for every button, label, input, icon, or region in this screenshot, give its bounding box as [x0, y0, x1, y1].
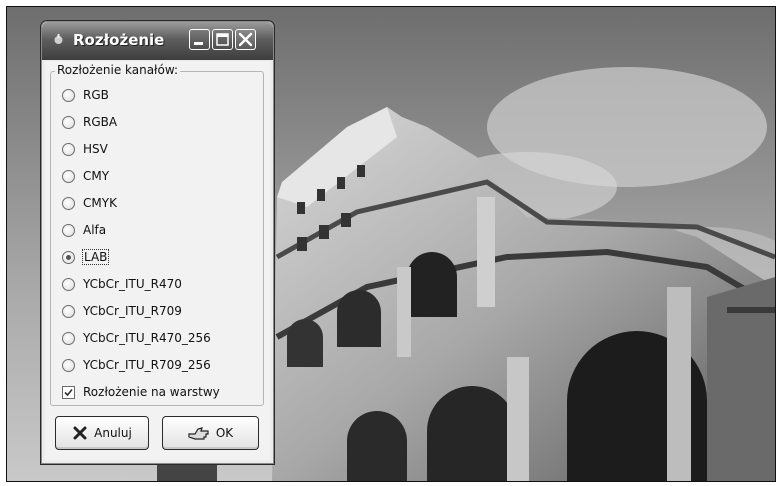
checkbox-decompose-to-layers[interactable]: Rozłożenie na warstwy — [62, 382, 252, 402]
radio-button[interactable] — [62, 358, 75, 372]
checkbox-label: Rozłożenie na warstwy — [83, 385, 220, 399]
gimp-wilber-icon — [54, 34, 63, 44]
close-icon — [238, 32, 253, 47]
radio-label: CMY — [83, 169, 110, 183]
radio-label: YCbCr_ITU_R709 — [83, 304, 182, 318]
radio-ycbcr-r709[interactable]: YCbCr_ITU_R709 — [62, 301, 252, 321]
dialog-body: Rozłożenie kanałów: RGB RGBA HSV CMY CMY… — [45, 61, 270, 460]
radio-button[interactable] — [62, 88, 75, 102]
radio-label: YCbCr_ITU_R709_256 — [83, 358, 211, 372]
radio-label: YCbCr_ITU_R470_256 — [83, 331, 211, 345]
radio-label: LAB — [81, 249, 110, 265]
maximize-button[interactable] — [212, 29, 233, 50]
radio-button[interactable] — [62, 115, 75, 129]
radio-alfa[interactable]: Alfa — [62, 220, 252, 240]
radio-label: CMYK — [83, 196, 117, 210]
radio-cmyk[interactable]: CMYK — [62, 193, 252, 213]
checkmark-icon — [64, 388, 73, 396]
cancel-x-icon — [73, 426, 87, 440]
dialog-title: Rozłożenie — [73, 31, 165, 49]
radio-lab[interactable]: LAB — [62, 247, 252, 267]
ok-label: OK — [215, 426, 234, 440]
radio-hsv[interactable]: HSV — [62, 139, 252, 159]
radio-button-selected[interactable] — [62, 250, 75, 264]
radio-ycbcr-r470-256[interactable]: YCbCr_ITU_R470_256 — [62, 328, 252, 348]
minimize-icon — [194, 42, 203, 45]
channel-decompose-group: Rozłożenie kanałów: RGB RGBA HSV CMY CMY… — [50, 63, 264, 406]
radio-button[interactable] — [62, 331, 75, 345]
decompose-dialog: Rozłożenie Rozłożenie kanałów: RGB RGBA … — [40, 20, 275, 465]
radio-label: RGB — [83, 88, 109, 102]
ok-hand-icon — [188, 427, 209, 440]
maximize-icon — [216, 33, 229, 46]
radio-label: Alfa — [83, 223, 107, 237]
group-label: Rozłożenie kanałów: — [55, 63, 181, 77]
radio-ycbcr-r709-256[interactable]: YCbCr_ITU_R709_256 — [62, 355, 252, 375]
checkbox[interactable] — [62, 385, 75, 399]
radio-rgb[interactable]: RGB — [62, 85, 252, 105]
cancel-button[interactable]: Anuluj — [55, 416, 149, 450]
ok-button[interactable]: OK — [162, 416, 259, 450]
radio-button[interactable] — [62, 196, 75, 210]
radio-button[interactable] — [62, 142, 75, 156]
radio-button[interactable] — [62, 223, 75, 237]
radio-button[interactable] — [62, 304, 75, 318]
radio-button[interactable] — [62, 277, 75, 291]
cancel-label: Anuluj — [94, 426, 132, 440]
radio-label: HSV — [83, 142, 108, 156]
close-button[interactable] — [235, 29, 256, 50]
radio-label: RGBA — [83, 115, 118, 129]
radio-button[interactable] — [62, 169, 75, 183]
radio-rgba[interactable]: RGBA — [62, 112, 252, 132]
radio-ycbcr-r470[interactable]: YCbCr_ITU_R470 — [62, 274, 252, 294]
minimize-button[interactable] — [189, 29, 210, 50]
title-bar[interactable]: Rozłożenie — [42, 22, 273, 60]
radio-cmy[interactable]: CMY — [62, 166, 252, 186]
radio-label: YCbCr_ITU_R470 — [83, 277, 182, 291]
